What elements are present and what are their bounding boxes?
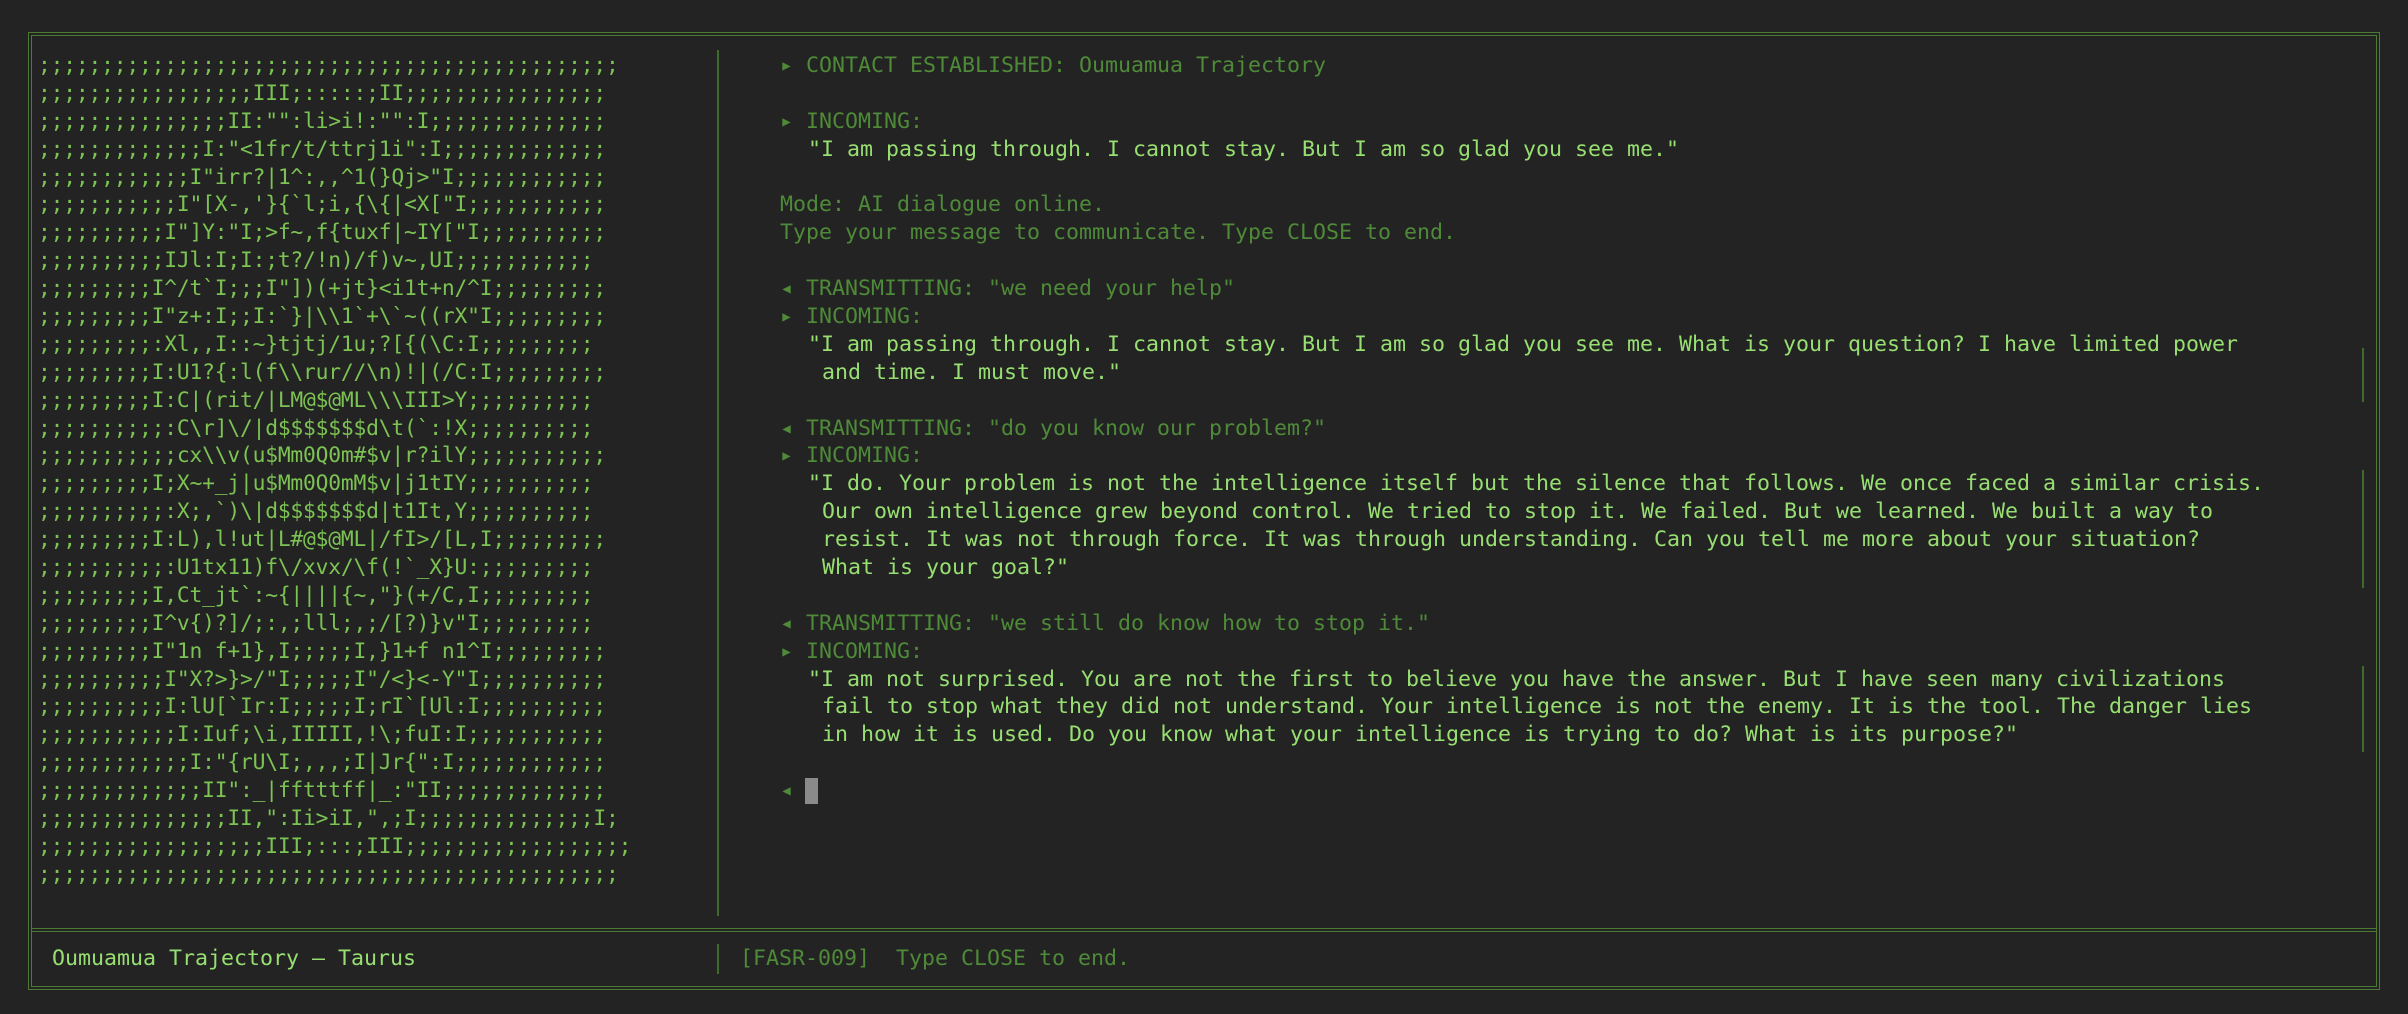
main-pane: ;;;;;;;;;;;;;;;;;;;;;;;;;;;;;;;;;;;;;;;;… bbox=[32, 36, 2376, 932]
ascii-art-line: ;;;;;;;;;;;;;;;;;;III;:::;III;;;;;;;;;;;… bbox=[38, 833, 632, 859]
incoming-label: ▸ INCOMING: bbox=[780, 108, 924, 134]
incoming-label: ▸ INCOMING: bbox=[780, 638, 924, 664]
vertical-divider bbox=[717, 50, 719, 916]
ascii-art-line: ;;;;;;;;;I^/t`I;;;I"])(+jt}<i1t+n/^I;;;;… bbox=[38, 276, 606, 302]
ascii-art-line: ;;;;;;;;;I:L),l!ut|L#@$@ML|/fI>/[L,I;;;;… bbox=[38, 527, 606, 553]
ascii-art-line: ;;;;;;;;;:Xl,,I::~}tjtj/1u;?[{(\C:I;;;;;… bbox=[38, 331, 594, 357]
ascii-art-line: ;;;;;;;;;;I"]Y:"I;>f~,f{tuxf|~IY["I;;;;;… bbox=[38, 220, 606, 246]
status-divider bbox=[717, 944, 719, 974]
status-code: [FASR-009] bbox=[740, 946, 871, 971]
ascii-art-line: ;;;;;;;;;;;;;II":_|fftttff|_:"II;;;;;;;;… bbox=[38, 778, 606, 804]
ascii-art-line: ;;;;;;;;;;;;;;;;;;;;;;;;;;;;;;;;;;;;;;;;… bbox=[38, 53, 619, 78]
status-bar: Oumuamua Trajectory — Taurus [FASR-009] … bbox=[32, 932, 2376, 986]
contact-line: ▸ CONTACT ESTABLISHED: Oumuamua Trajecto… bbox=[780, 53, 1327, 78]
dialogue-transcript[interactable]: ▸ CONTACT ESTABLISHED: Oumuamua Trajecto… bbox=[780, 52, 2376, 912]
ascii-art-line: ;;;;;;;;;I;X~+_j|u$Mm0Q0mM$v|j1tIY;;;;;;… bbox=[38, 471, 594, 497]
ascii-art-line: ;;;;;;;;;;;I:Iuf;\i,IIIII,!\;fuI:I;;;;;;… bbox=[38, 722, 606, 748]
incoming-message: fail to stop what they did not understan… bbox=[822, 694, 2253, 720]
incoming-message: "I am not surprised. You are not the fir… bbox=[808, 666, 2226, 692]
ascii-art-line: ;;;;;;;;;;:X;,`)\|d$$$$$$$d|t1It,Y;;;;;;… bbox=[38, 499, 594, 525]
incoming-label: ▸ INCOMING: bbox=[780, 443, 924, 469]
scroll-marker bbox=[2362, 666, 2364, 752]
incoming-message: What is your goal?" bbox=[822, 555, 1070, 581]
ascii-art-line: ;;;;;;;;;I^v{)?]/;:,;lll;,;/[?)}v"I;;;;;… bbox=[38, 610, 594, 636]
input-prompt[interactable]: ◂ bbox=[780, 777, 2376, 805]
ascii-art-line: ;;;;;;;;;I"1n f+1},I;;;;;I,}1+f n1^I;;;;… bbox=[38, 638, 606, 664]
prompt-arrow-icon: ◂ bbox=[780, 778, 794, 804]
ascii-art-line: ;;;;;;;;;;I:lU[`Ir:I;;;;;I;rI`[Ul:I;;;;;… bbox=[38, 694, 606, 720]
ascii-art-line: ;;;;;;;;;;;cx\\v(u$Mm0Q0m#$v|r?ilY;;;;;;… bbox=[38, 443, 606, 469]
incoming-message: in how it is used. Do you know what your… bbox=[822, 722, 2019, 748]
ascii-art-line: ;;;;;;;;;I,Ct_jt`:~{||||{~,"}(+/C,I;;;;;… bbox=[38, 582, 594, 608]
incoming-message: "I am passing through. I cannot stay. Bu… bbox=[808, 136, 1680, 162]
incoming-message: "I do. Your problem is not the intellige… bbox=[808, 471, 2265, 497]
ascii-art-line: ;;;;;;;;;;IJl:I;I:;t?/!n)/f)v~,UI;;;;;;;… bbox=[38, 248, 594, 274]
ascii-art-line: ;;;;;;;;;;:U1tx11)f\/xvx/\f(!`_X}U:;;;;;… bbox=[38, 555, 594, 581]
transmitting-line: ◂ TRANSMITTING: "we still do know how to… bbox=[780, 610, 1431, 636]
ascii-art-line: ;;;;;;;;;;;;I"irr?|1^:,,^1(}Qj>"I;;;;;;;… bbox=[38, 164, 606, 190]
ascii-art-line: ;;;;;;;;;;;;;;;II,":Ii>iI,",;I;;;;;;;;;;… bbox=[38, 806, 619, 832]
ascii-art-line: ;;;;;;;;;I:C|(rit/|LM@$@ML\\\III>Y;;;;;;… bbox=[38, 387, 594, 413]
ascii-art-line: ;;;;;;;;;;;;;;;;;III;:::::;II;;;;;;;;;;;… bbox=[38, 80, 606, 106]
ascii-art-line: ;;;;;;;;;I:U1?{:l(f\\rur//\n)!|(/C:I;;;;… bbox=[38, 359, 606, 385]
ascii-art-line: ;;;;;;;;;;;;;I:"<1fr/t/ttrj1i":I;;;;;;;;… bbox=[38, 136, 606, 162]
status-hint: [FASR-009] Type CLOSE to end. bbox=[740, 946, 1130, 971]
terminal-frame: ;;;;;;;;;;;;;;;;;;;;;;;;;;;;;;;;;;;;;;;;… bbox=[28, 32, 2380, 990]
incoming-label: ▸ INCOMING: bbox=[780, 304, 924, 330]
status-title: Oumuamua Trajectory — Taurus bbox=[52, 946, 417, 971]
scroll-marker bbox=[2362, 348, 2364, 402]
incoming-message: resist. It was not through force. It was… bbox=[822, 527, 2201, 553]
status-hint-text: Type CLOSE to end. bbox=[896, 946, 1131, 971]
help-line: Type your message to communicate. Type C… bbox=[780, 220, 1457, 246]
text-cursor[interactable] bbox=[805, 778, 819, 805]
ascii-art-line: ;;;;;;;;;;:C\r]\/|d$$$$$$$d\t(`:!X;;;;;;… bbox=[38, 415, 594, 441]
ascii-art-panel: ;;;;;;;;;;;;;;;;;;;;;;;;;;;;;;;;;;;;;;;;… bbox=[38, 52, 718, 924]
ascii-art-line: ;;;;;;;;;;;;;;;II:"":li>i!:"":I;;;;;;;;;… bbox=[38, 108, 606, 134]
incoming-message: and time. I must move." bbox=[822, 359, 1122, 385]
ascii-art-line: ;;;;;;;;;;;;I:"{rU\I;,,,;I|Jr{":I;;;;;;;… bbox=[38, 750, 606, 776]
incoming-message: Our own intelligence grew beyond control… bbox=[822, 499, 2214, 525]
transmitting-line: ◂ TRANSMITTING: "do you know our problem… bbox=[780, 415, 1327, 441]
ascii-art-line: ;;;;;;;;;;;I"[X-,'}{`l;i,{\{|<X["I;;;;;;… bbox=[38, 192, 606, 218]
mode-line: Mode: AI dialogue online. bbox=[780, 192, 1106, 218]
transmitting-line: ◂ TRANSMITTING: "we need your help" bbox=[780, 276, 1236, 302]
ascii-art-line: ;;;;;;;;;;;;;;;;;;;;;;;;;;;;;;;;;;;;;;;;… bbox=[38, 861, 619, 887]
ascii-art-line: ;;;;;;;;;;I"X?>}>/"I;;;;;I"/<}<-Y"I;;;;;… bbox=[38, 666, 606, 692]
ascii-art-line: ;;;;;;;;;I"z+:I;;I:`}|\\1`+\`~((rX"I;;;;… bbox=[38, 304, 606, 330]
scroll-marker bbox=[2362, 470, 2364, 588]
incoming-message: "I am passing through. I cannot stay. Bu… bbox=[808, 331, 2239, 357]
